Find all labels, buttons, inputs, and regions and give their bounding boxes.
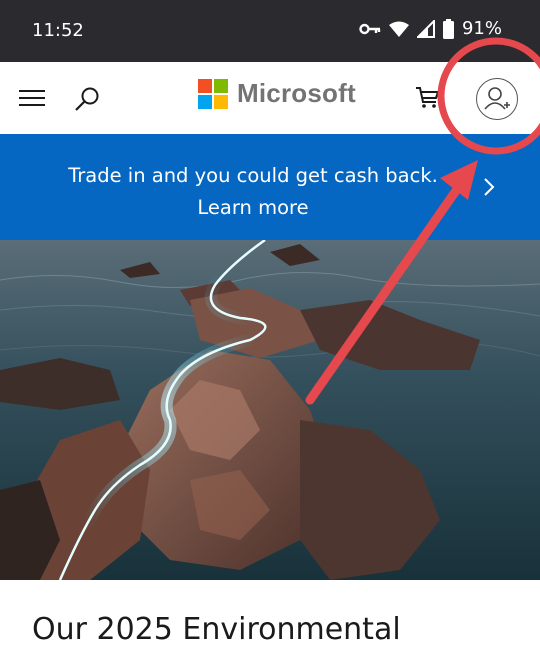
status-time: 11:52	[32, 20, 84, 41]
article-heading: Our 2025 Environmental	[32, 612, 401, 647]
vpn-key-icon	[359, 23, 381, 34]
account-add-icon[interactable]	[476, 78, 518, 120]
status-bar: 11:52 91%	[0, 0, 540, 62]
status-icons: 91%	[359, 18, 502, 39]
wifi-icon	[388, 21, 409, 37]
cart-icon[interactable]	[414, 84, 440, 110]
battery-icon	[442, 18, 454, 39]
hero-image[interactable]	[0, 240, 540, 580]
banner-text[interactable]: Trade in and you could get cash back. Le…	[40, 160, 466, 224]
battery-level: 91%	[461, 18, 502, 39]
microsoft-logo[interactable]: Microsoft	[198, 78, 356, 109]
logo-text: Microsoft	[237, 78, 356, 108]
hero-illustration	[0, 240, 540, 580]
search-icon[interactable]	[74, 86, 100, 112]
logo-mark	[198, 78, 228, 109]
signal-icon	[416, 19, 435, 38]
promo-banner[interactable]: Trade in and you could get cash back. Le…	[0, 134, 540, 240]
site-header: Microsoft	[0, 62, 540, 134]
chevron-right-icon[interactable]	[482, 176, 496, 198]
menu-icon[interactable]	[18, 86, 46, 110]
